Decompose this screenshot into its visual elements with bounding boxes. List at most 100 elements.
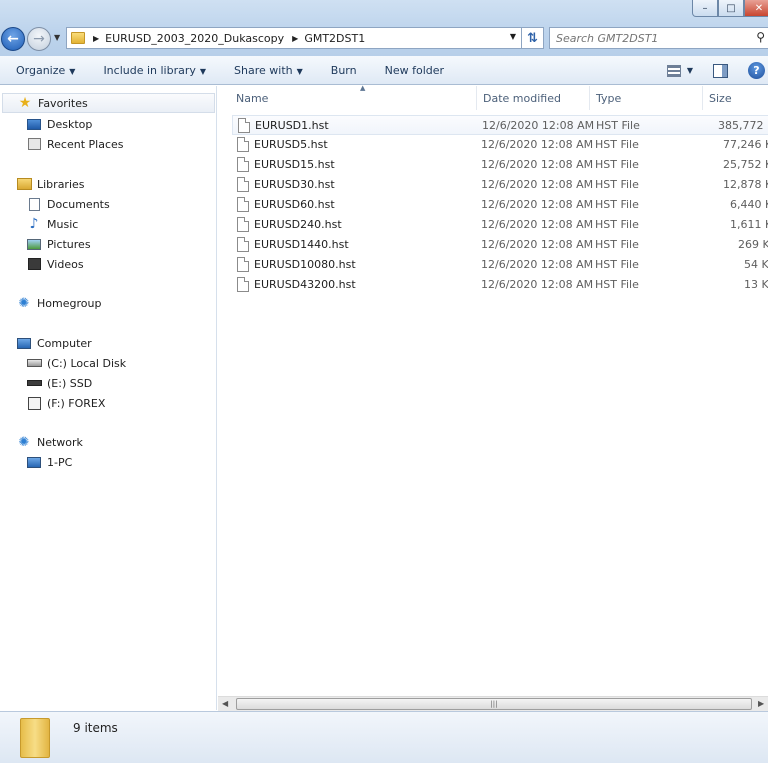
new-folder-button[interactable]: New folder xyxy=(385,64,444,77)
maximize-button[interactable]: □ xyxy=(718,0,744,17)
file-row[interactable]: EURUSD15.hst 12/6/2020 12:08 AM HST File… xyxy=(232,155,768,175)
file-type: HST File xyxy=(595,278,639,291)
refresh-button[interactable]: ⇅ xyxy=(521,27,543,49)
breadcrumb-item[interactable]: EURUSD_2003_2020_Dukascopy xyxy=(105,32,284,45)
file-row[interactable]: EURUSD240.hst 12/6/2020 12:08 AM HST Fil… xyxy=(232,215,768,235)
column-header-name[interactable]: Name ▲ xyxy=(230,84,477,110)
file-type: HST File xyxy=(595,178,639,191)
nav-label: Recent Places xyxy=(47,137,124,151)
file-date: 12/6/2020 12:08 AM xyxy=(481,198,594,211)
removable-drive-icon xyxy=(27,396,41,410)
file-row[interactable]: EURUSD1440.hst 12/6/2020 12:08 AM HST Fi… xyxy=(232,235,768,255)
file-name: EURUSD1440.hst xyxy=(254,238,349,251)
file-icon xyxy=(238,118,250,133)
close-button[interactable]: ✕ xyxy=(744,0,768,17)
file-name: EURUSD240.hst xyxy=(254,218,342,231)
file-name: EURUSD15.hst xyxy=(254,158,335,171)
breadcrumb-chevron-icon[interactable]: ▶ xyxy=(292,34,298,43)
nav-documents[interactable]: Documents xyxy=(26,194,110,214)
recent-pages-dropdown[interactable]: ▼ xyxy=(54,33,60,42)
file-row[interactable]: EURUSD5.hst 12/6/2020 12:08 AM HST File … xyxy=(232,135,768,155)
nav-label: Music xyxy=(47,217,79,231)
file-row[interactable]: EURUSD10080.hst 12/6/2020 12:08 AM HST F… xyxy=(232,255,768,275)
nav-desktop[interactable]: Desktop xyxy=(26,114,92,134)
search-icon[interactable]: ⚲ xyxy=(756,30,765,44)
address-bar[interactable]: ▶ EURUSD_2003_2020_Dukascopy ▶ GMT2DST1 … xyxy=(66,27,544,49)
address-dropdown-icon[interactable]: ▼ xyxy=(510,32,516,41)
preview-pane-icon[interactable] xyxy=(713,63,728,78)
file-size: 269 KB xyxy=(738,238,768,251)
nav-pictures[interactable]: Pictures xyxy=(26,234,91,254)
desktop-icon xyxy=(27,118,41,130)
nav-label: (F:) FOREX xyxy=(47,396,106,410)
column-label: Date modified xyxy=(483,91,561,105)
nav-label: 1-PC xyxy=(47,455,73,469)
minimize-button[interactable]: – xyxy=(692,0,718,17)
nav-local-disk[interactable]: (C:) Local Disk xyxy=(26,353,126,373)
back-button[interactable]: ← xyxy=(1,27,25,51)
details-pane: 9 items xyxy=(0,711,768,763)
column-header-type[interactable]: Type xyxy=(590,86,703,110)
nav-music[interactable]: ♪ Music xyxy=(26,214,79,234)
search-input[interactable] xyxy=(556,31,746,45)
share-with-label: Share with xyxy=(234,63,293,77)
horizontal-scrollbar[interactable]: ◀ ||| ▶ xyxy=(218,696,768,711)
nav-network[interactable]: ✺ Network xyxy=(16,432,83,452)
nav-favorites[interactable]: ★ Favorites xyxy=(2,93,215,113)
column-label: Type xyxy=(596,91,622,105)
file-size: 54 KB xyxy=(744,258,768,271)
more-options-dropdown[interactable]: ▼ xyxy=(687,66,693,75)
folder-icon xyxy=(20,718,50,758)
nav-label: Libraries xyxy=(37,177,85,191)
file-row[interactable]: EURUSD43200.hst 12/6/2020 12:08 AM HST F… xyxy=(232,275,768,295)
file-type: HST File xyxy=(595,258,639,271)
nav-recent-places[interactable]: Recent Places xyxy=(26,134,124,154)
chevron-down-icon: ▼ xyxy=(296,66,303,76)
nav-videos[interactable]: Videos xyxy=(26,254,84,274)
file-name: EURUSD60.hst xyxy=(254,198,335,211)
change-view-icon[interactable] xyxy=(666,64,681,77)
arrow-right-icon: → xyxy=(33,31,45,47)
organize-label: Organize xyxy=(16,63,66,77)
scroll-right-icon[interactable]: ▶ xyxy=(758,699,764,708)
column-header-row: Name ▲ Date modified Type Size xyxy=(218,84,768,110)
breadcrumb-chevron-icon[interactable]: ▶ xyxy=(93,34,99,43)
arrow-left-icon: ← xyxy=(7,31,19,47)
nav-ssd[interactable]: (E:) SSD xyxy=(26,373,92,393)
nav-homegroup[interactable]: ✺ Homegroup xyxy=(16,293,102,313)
nav-computer[interactable]: Computer xyxy=(16,333,92,353)
file-name: EURUSD5.hst xyxy=(254,138,328,151)
title-bar: – □ ✕ ← → ▼ ▶ EURUSD_2003_2020_Dukascopy… xyxy=(0,0,768,56)
include-in-library-menu[interactable]: Include in library ▼ xyxy=(103,64,206,77)
scroll-left-icon[interactable]: ◀ xyxy=(222,699,228,708)
scrollbar-thumb[interactable]: ||| xyxy=(236,698,752,710)
hard-drive-icon xyxy=(26,359,42,367)
file-row[interactable]: EURUSD1.hst 12/6/2020 12:08 AM HST File … xyxy=(232,115,768,135)
new-folder-label: New folder xyxy=(384,63,445,77)
file-row[interactable]: EURUSD30.hst 12/6/2020 12:08 AM HST File… xyxy=(232,175,768,195)
organize-menu[interactable]: Organize ▼ xyxy=(16,64,75,77)
drive-icon xyxy=(26,380,42,386)
search-box[interactable]: ⚲ xyxy=(549,27,768,49)
nav-pc[interactable]: 1-PC xyxy=(26,452,72,472)
nav-label: Network xyxy=(37,435,83,449)
breadcrumb-item[interactable]: GMT2DST1 xyxy=(304,32,365,45)
nav-forex[interactable]: (F:) FOREX xyxy=(26,393,105,413)
share-with-menu[interactable]: Share with ▼ xyxy=(234,64,303,77)
help-icon[interactable]: ? xyxy=(748,62,765,79)
column-header-size[interactable]: Size xyxy=(703,86,768,110)
nav-libraries[interactable]: Libraries xyxy=(16,174,85,194)
item-count: 9 items xyxy=(73,721,118,735)
file-date: 12/6/2020 12:08 AM xyxy=(481,218,594,231)
column-header-date[interactable]: Date modified xyxy=(477,86,590,110)
file-type: HST File xyxy=(595,198,639,211)
file-icon xyxy=(237,217,249,232)
file-row[interactable]: EURUSD60.hst 12/6/2020 12:08 AM HST File… xyxy=(232,195,768,215)
sort-ascending-icon: ▲ xyxy=(360,84,366,92)
pc-icon xyxy=(27,456,41,468)
file-icon xyxy=(237,157,249,172)
burn-button[interactable]: Burn xyxy=(331,64,357,77)
nav-label: Videos xyxy=(47,257,84,271)
refresh-icon: ⇅ xyxy=(527,30,538,46)
forward-button[interactable]: → xyxy=(27,27,51,51)
